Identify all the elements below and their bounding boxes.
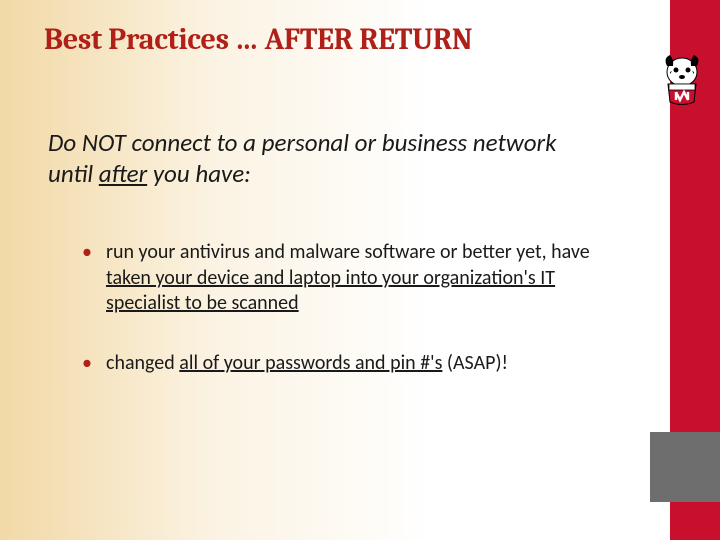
bullet-list: run your antivirus and malware software …: [78, 240, 618, 410]
intro-text: Do NOT connect to a personal or business…: [48, 128, 568, 189]
bucky-badger-icon: [660, 52, 704, 106]
bullet-underlined: taken your device and laptop into your o…: [106, 266, 555, 316]
slide-title: Best Practices … AFTER RETURN: [44, 22, 472, 57]
list-item: changed all of your passwords and pin #'…: [78, 351, 618, 377]
accent-box: [650, 432, 720, 502]
bullet-prefix: run your antivirus and malware software …: [106, 240, 590, 264]
bullet-suffix: (ASAP)!: [442, 351, 508, 375]
slide: Best Practices … AFTER RETURN Do NOT con…: [0, 0, 720, 540]
bullet-underlined: all of your passwords and pin #'s: [179, 351, 442, 375]
intro-suffix: you have:: [147, 158, 251, 189]
intro-underlined: after: [99, 158, 147, 189]
list-item: run your antivirus and malware software …: [78, 240, 618, 317]
bullet-prefix: changed: [106, 351, 179, 375]
